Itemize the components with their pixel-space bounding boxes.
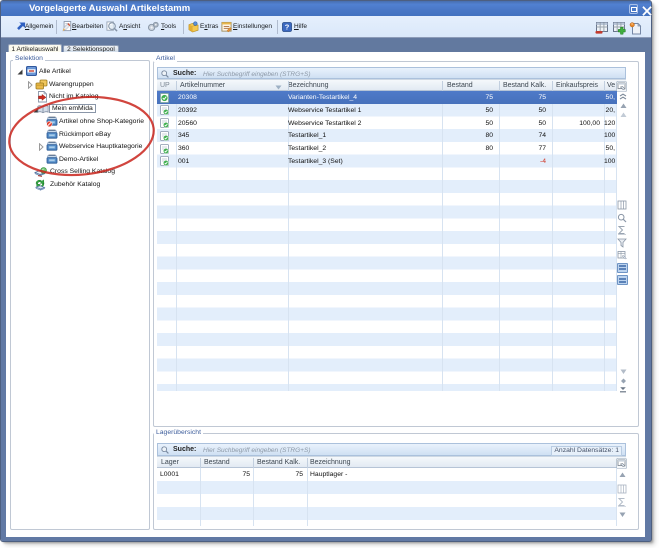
svg-text:?: ? — [285, 23, 290, 32]
